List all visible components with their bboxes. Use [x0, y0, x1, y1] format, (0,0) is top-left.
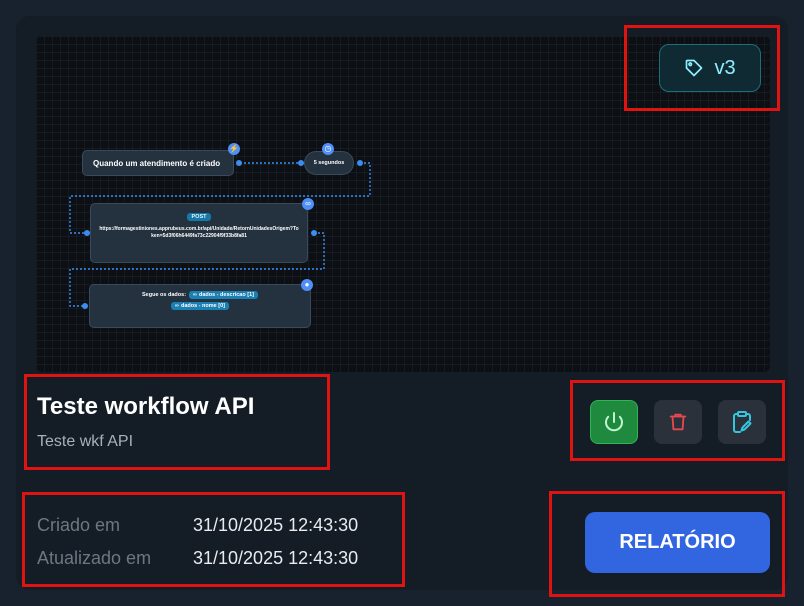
annotation-box-version	[624, 25, 780, 111]
clock-icon: ◷	[322, 143, 334, 155]
annotation-box-dates	[22, 492, 405, 587]
variable-chip-label: dados - nome [0]	[180, 303, 225, 309]
message-icon: ●	[301, 279, 313, 291]
flow-port	[82, 303, 88, 309]
link-icon: ∞	[302, 198, 314, 210]
flow-port	[311, 230, 317, 236]
trigger-label: Quando um atendimento é criado	[93, 158, 221, 168]
message-label: Segue os dados:	[142, 292, 187, 298]
http-url: https://formagestiniones.apprubeus.com.b…	[99, 226, 299, 239]
http-method-tag: POST	[186, 213, 212, 221]
annotation-box-report	[549, 491, 785, 597]
variable-chip: ∞ dados - nome [0]	[171, 302, 229, 310]
flow-node-trigger[interactable]: Quando um atendimento é criado	[82, 150, 234, 176]
variable-chip: ∞ dados - descricao [1]	[189, 291, 258, 299]
flow-node-http-request[interactable]: POST https://formagestiniones.apprubeus.…	[90, 203, 308, 263]
annotation-box-title	[24, 374, 330, 470]
link-icon: ∞	[193, 292, 197, 298]
flow-node-message[interactable]: Segue os dados: ∞ dados - descricao [1] …	[89, 284, 311, 328]
variable-chip-label: dados - descricao [1]	[198, 292, 254, 298]
lightning-icon: ⚡	[228, 143, 240, 155]
flow-port	[357, 160, 363, 166]
link-icon: ∞	[175, 303, 179, 309]
annotation-box-actions	[570, 380, 785, 461]
flow-port	[236, 160, 242, 166]
delay-label: 5 segundos	[313, 160, 345, 166]
